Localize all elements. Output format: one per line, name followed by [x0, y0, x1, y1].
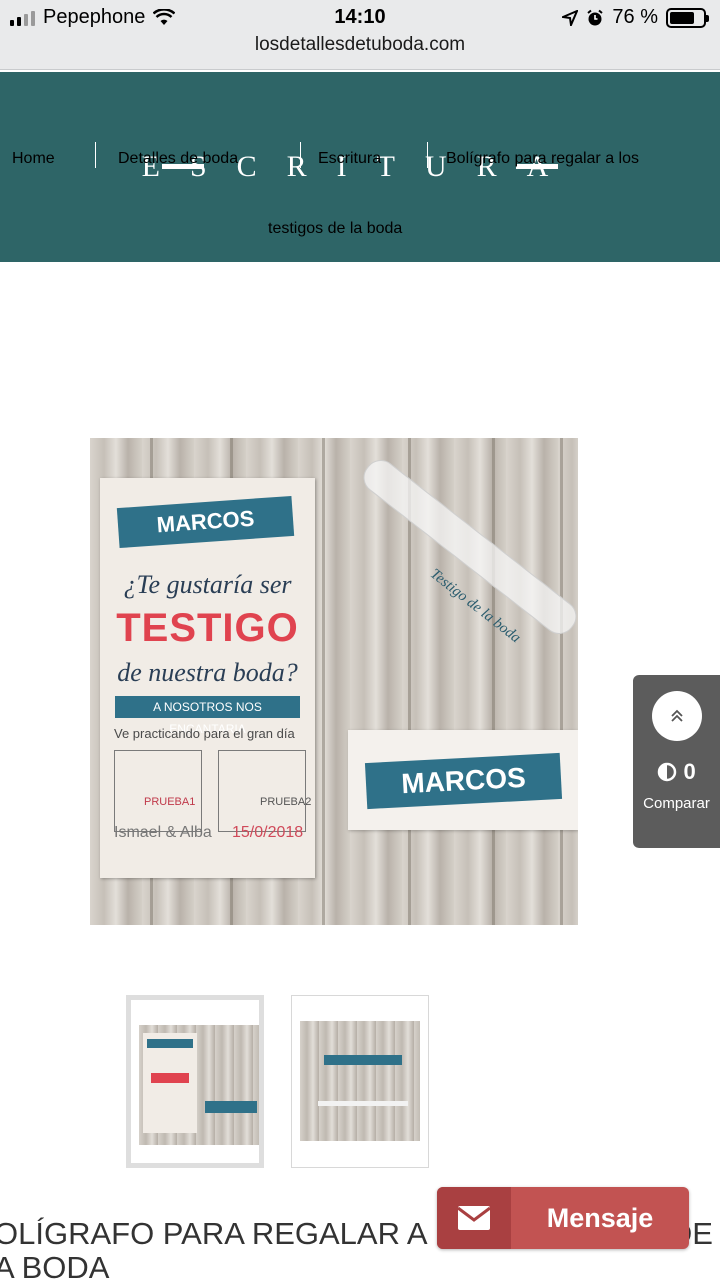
- status-right: 76 %: [562, 6, 709, 29]
- scroll-up-button[interactable]: [652, 691, 702, 741]
- status-bar: Pepephone 14:10 76 % losdetallesdetuboda…: [0, 0, 720, 70]
- thumbnail-image-1: [139, 1025, 259, 1145]
- card-question-line3: de nuestra boda?: [117, 658, 298, 687]
- alarm-icon: [587, 9, 604, 25]
- compare-label[interactable]: Comparar: [633, 795, 720, 812]
- practice-box-2: [218, 750, 306, 832]
- site-header: ESCRITURA Home Detalles de boda Escritur…: [0, 72, 720, 262]
- breadcrumb-current: Bolígrafo para regalar a los: [446, 150, 639, 167]
- practice-box-label-1: PRUEBA1: [144, 796, 196, 808]
- card-banner: A NOSOTROS NOS ENCANTARIA: [115, 696, 300, 736]
- breadcrumb-separator: [427, 142, 428, 168]
- thumbnail-2[interactable]: [291, 995, 429, 1168]
- compare-widget: 0 Comparar: [633, 675, 720, 848]
- breadcrumb-separator: [95, 142, 96, 168]
- card-couple-names: Ismael & Alba: [114, 824, 212, 841]
- breadcrumb-escritura[interactable]: Escritura: [318, 124, 381, 194]
- breadcrumb-separator: [300, 142, 301, 168]
- card-date: 15/0/2018: [232, 824, 304, 841]
- battery-icon: [666, 7, 709, 28]
- breadcrumb-current-continued: testigos de la boda: [268, 220, 403, 237]
- product-main-image[interactable]: MARCOS ¿Te gustaría ser TESTIGO de nuest…: [90, 438, 578, 925]
- breadcrumb-home[interactable]: Home: [12, 124, 55, 194]
- message-icon-area: [437, 1187, 511, 1249]
- product-title-line2: A BODA: [0, 1250, 110, 1280]
- compare-icon: [658, 762, 677, 782]
- compare-count: 0: [683, 759, 696, 784]
- location-icon: [562, 9, 579, 26]
- card-question-line1: ¿Te gustaría ser: [123, 570, 292, 599]
- message-button[interactable]: Mensaje: [437, 1187, 689, 1249]
- practice-box-1: [114, 750, 202, 832]
- thumbnail-1[interactable]: [126, 995, 264, 1168]
- name-card: MARCOS: [348, 730, 578, 830]
- scroll-up-icon: [671, 709, 683, 722]
- mail-icon: [457, 1206, 491, 1230]
- invitation-card: MARCOS ¿Te gustaría ser TESTIGO de nuest…: [100, 478, 315, 878]
- url-bar[interactable]: losdetallesdetuboda.com: [0, 34, 720, 56]
- practice-box-label-2: PRUEBA2: [260, 796, 312, 808]
- message-button-label: Mensaje: [546, 1203, 654, 1233]
- card-practice-text: Ve practicando para el gran día: [114, 726, 295, 741]
- pen-tube: [357, 453, 578, 641]
- thumbnail-image-2: [300, 1021, 420, 1141]
- compare-count-row[interactable]: 0: [633, 759, 720, 785]
- card-question-line2: TESTIGO: [116, 606, 299, 650]
- card-name-ribbon: MARCOS: [116, 495, 295, 549]
- battery-percent: 76 %: [612, 6, 658, 28]
- name-card-ribbon: MARCOS: [364, 752, 563, 810]
- breadcrumb-detalles[interactable]: Detalles de boda: [118, 124, 238, 194]
